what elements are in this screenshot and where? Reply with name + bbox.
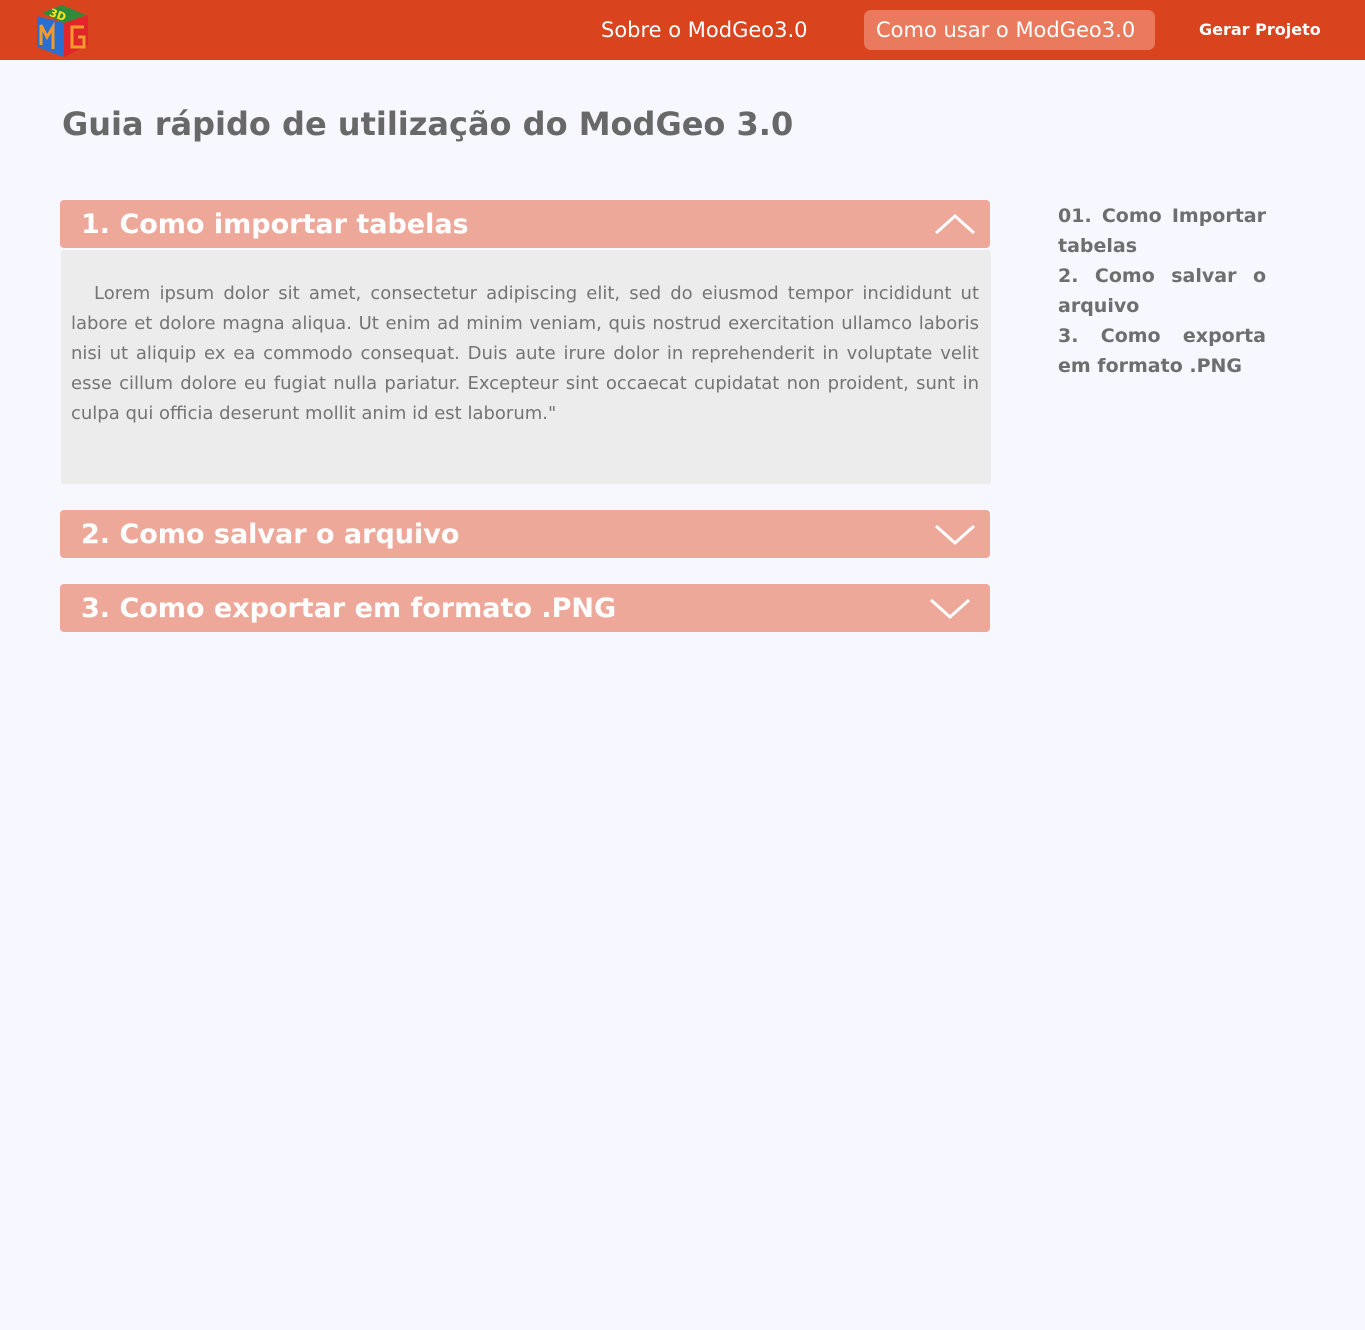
toc-item-export-png[interactable]: 3. Como exporta em formato .PNG [1058,321,1266,381]
accordion-title: 2. Como salvar o arquivo [81,519,460,550]
accordion-title: 1. Como importar tabelas [81,209,469,240]
chevron-down-icon[interactable] [928,595,972,621]
accordion-header-save-file[interactable]: 2. Como salvar o arquivo [60,510,990,558]
top-navbar: 3D Sobre o ModGeo3.0 Como usar o ModGeo3… [0,0,1365,60]
table-of-contents: 01. Como Importar tabelas 2. Como salvar… [1058,201,1266,381]
nav-link-generate-project[interactable]: Gerar Projeto [1199,10,1321,50]
nav-link-about[interactable]: Sobre o ModGeo3.0 [601,10,808,50]
accordion-body-text: Lorem ipsum dolor sit amet, consectetur … [71,283,979,424]
accordion-title: 3. Como exportar em formato .PNG [81,593,617,624]
accordion-header-export-png[interactable]: 3. Como exportar em formato .PNG [60,584,990,632]
modgeo-logo[interactable]: 3D [34,3,90,59]
chevron-up-icon[interactable] [933,211,977,237]
toc-item-import-tables[interactable]: 01. Como Importar tabelas [1058,201,1266,261]
page-title: Guia rápido de utilização do ModGeo 3.0 [62,105,794,143]
accordion-panel-import-tables: Lorem ipsum dolor sit amet, consectetur … [61,250,991,484]
accordion-header-import-tables[interactable]: 1. Como importar tabelas [60,200,990,248]
toc-item-save-file[interactable]: 2. Como salvar o arquivo [1058,261,1266,321]
chevron-down-icon[interactable] [933,521,977,547]
nav-link-how-to-use[interactable]: Como usar o ModGeo3.0 [864,10,1155,50]
